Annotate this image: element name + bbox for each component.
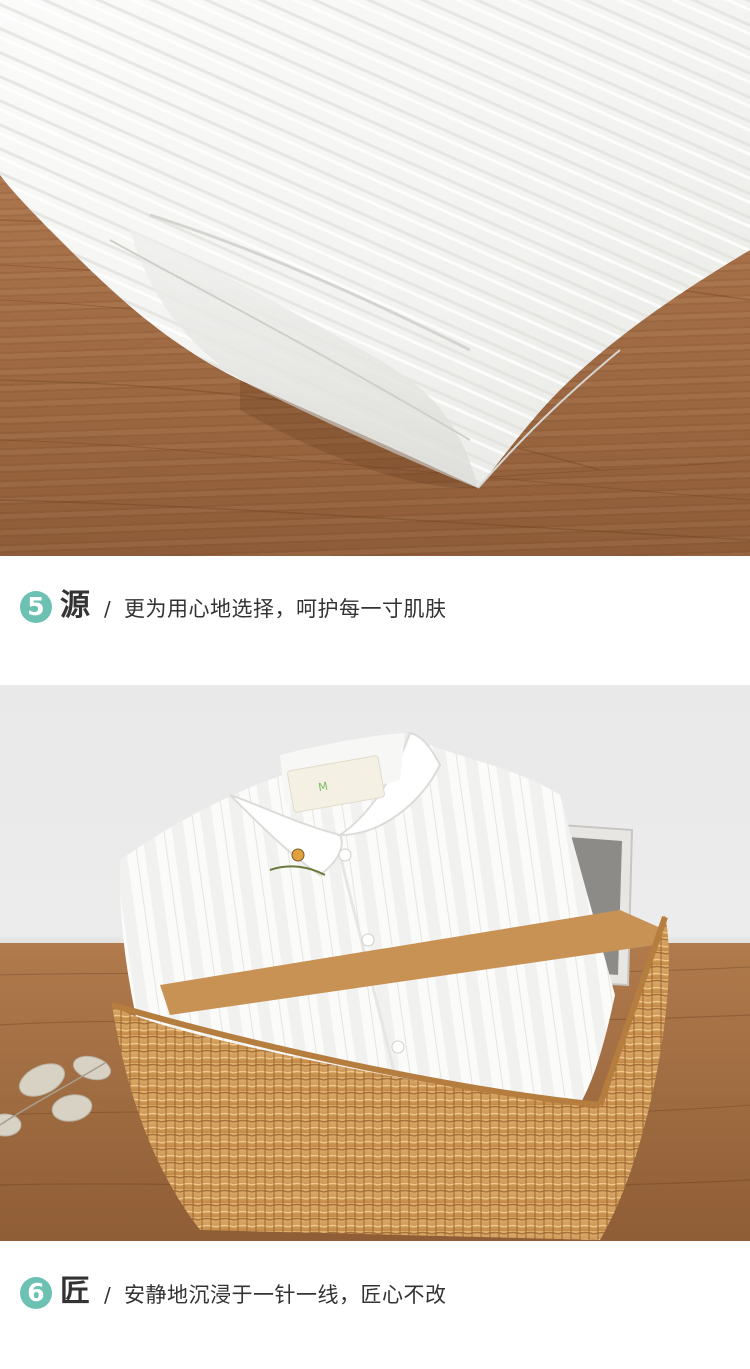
shirt-basket-photo: M: [0, 685, 750, 1241]
section-title: 源: [60, 588, 90, 623]
section-description: 安静地沉浸于一针一线，匠心不改: [124, 1283, 447, 1307]
shirt-basket-illustration: M: [0, 731, 750, 1241]
fabric-hem-illustration: [0, 0, 750, 541]
section-caption-6: 6 匠 / 安静地沉浸于一针一线，匠心不改: [0, 1272, 750, 1312]
section-title: 匠: [60, 1274, 90, 1309]
section-caption-5: 5 源 / 更为用心地选择，呵护每一寸肌肤: [0, 586, 750, 626]
fabric-hem-photo: [0, 0, 750, 556]
separator-slash: /: [104, 1283, 111, 1307]
number-badge: 6: [20, 1277, 52, 1309]
number-badge: 5: [20, 591, 52, 623]
separator-slash: /: [104, 597, 111, 621]
section-description: 更为用心地选择，呵护每一寸肌肤: [124, 597, 447, 621]
